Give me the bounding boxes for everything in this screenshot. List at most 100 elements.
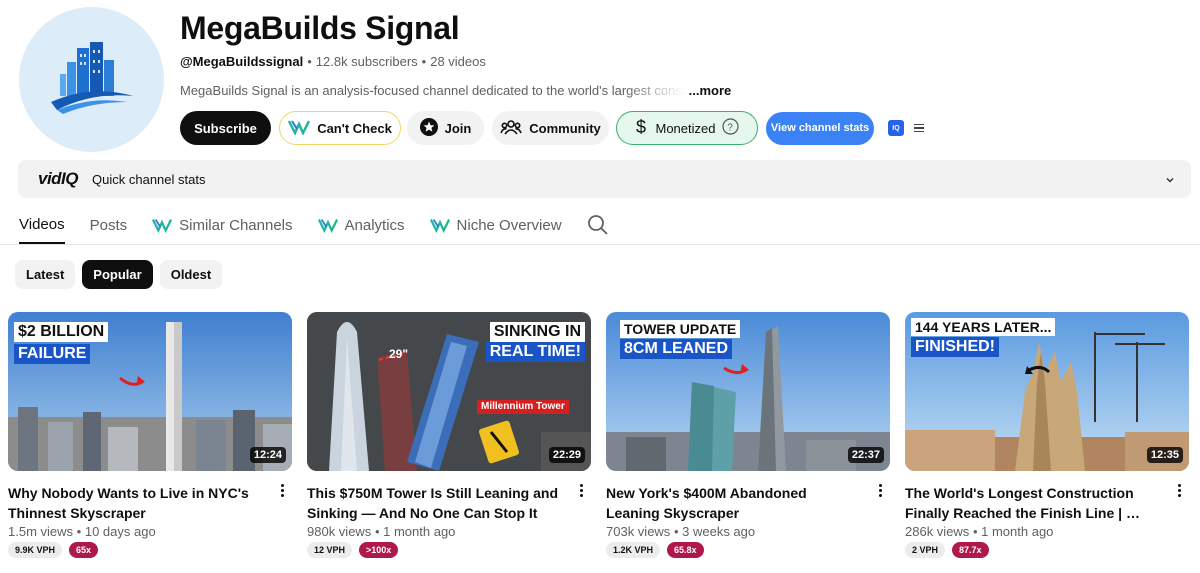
video-title[interactable]: This $750M Tower Is Still Leaning and Si… (307, 483, 562, 523)
video-duration: 12:35 (1146, 447, 1183, 463)
chip-latest[interactable]: Latest (15, 260, 76, 289)
vidiq-badges: 9.9K VPH 65x (8, 542, 292, 558)
view-channel-stats-button[interactable]: View channel stats (766, 111, 874, 145)
tab-posts[interactable]: Posts (90, 206, 128, 244)
video-stats: 703k views • 3 weeks ago (606, 524, 890, 539)
view-count: 703k views (606, 524, 671, 539)
thumbnail-caption: 144 YEARS LATER... (911, 318, 1056, 336)
vph-badge: 9.9K VPH (8, 542, 63, 558)
video-grid: $2 BILLION FAILURE 12:24 Why Nobody Want… (8, 312, 1189, 558)
video-title[interactable]: Why Nobody Wants to Live in NYC's Thinne… (8, 483, 263, 523)
menu-icon[interactable] (914, 123, 924, 133)
vidiq-badges: 1.2K VPH 65.8x (606, 542, 890, 558)
subscriber-count: 12.8k subscribers (315, 54, 418, 69)
vidiq-v-icon (317, 219, 338, 233)
chip-oldest[interactable]: Oldest (159, 260, 223, 289)
thumbnail-caption: Millennium Tower (477, 400, 569, 414)
community-button[interactable]: Community (492, 111, 609, 145)
video-stats: 1.5m views • 10 days ago (8, 524, 292, 539)
chevron-down-icon[interactable] (1165, 172, 1175, 190)
tab-divider (0, 244, 1200, 245)
more-options-icon[interactable] (1173, 484, 1185, 497)
vidiq-v-icon (288, 119, 311, 138)
thumbnail-caption: SINKING IN (489, 322, 585, 342)
channel-handle: @MegaBuildssignal (180, 54, 304, 69)
thumbnail-caption: FINISHED! (911, 337, 999, 357)
channel-tabs: Videos Posts Similar Channels Analytics … (19, 206, 634, 245)
meta-separator: • (374, 524, 380, 539)
thumbnail-caption: 29" (389, 347, 409, 361)
video-duration: 22:37 (847, 447, 884, 463)
meta-separator: • (421, 54, 427, 69)
tab-niche-overview[interactable]: Niche Overview (429, 206, 562, 244)
vidiq-badge-icon[interactable]: IQ (888, 120, 904, 136)
channel-actions: Subscribe Can't Check Join Community $ M… (180, 111, 924, 145)
thumbnail-caption: 8CM LEANED (620, 339, 733, 359)
video-title[interactable]: The World's Longest Construction Finally… (905, 483, 1160, 523)
join-label: Join (444, 120, 472, 136)
vidiq-badges: 2 VPH 87.7x (905, 542, 1189, 558)
star-badge-icon (419, 117, 438, 139)
video-thumbnail[interactable]: 29" SINKING IN REAL TIME! Millennium Tow… (307, 312, 591, 471)
cant-check-label: Can't Check (317, 120, 392, 136)
tab-analytics[interactable]: Analytics (317, 206, 405, 244)
tab-label: Niche Overview (456, 216, 562, 234)
monetized-button[interactable]: $ Monetized ? (616, 111, 758, 145)
video-card[interactable]: 29" SINKING IN REAL TIME! Millennium Tow… (307, 312, 591, 558)
svg-text:$: $ (636, 117, 646, 137)
upload-age: 1 month ago (981, 524, 1054, 539)
search-icon[interactable] (587, 206, 609, 244)
monetized-label: Monetized (655, 120, 716, 136)
more-options-icon[interactable] (276, 484, 288, 497)
join-button[interactable]: Join (407, 111, 484, 145)
vidiq-logo: vidIQ (38, 169, 79, 188)
channel-description[interactable]: MegaBuilds Signal is an analysis-focused… (180, 83, 731, 98)
video-card[interactable]: 144 YEARS LATER... FINISHED! 12:35 The W… (905, 312, 1189, 558)
tab-label: Similar Channels (179, 216, 293, 234)
upload-age: 1 month ago (383, 524, 456, 539)
video-thumbnail[interactable]: 144 YEARS LATER... FINISHED! 12:35 (905, 312, 1189, 471)
people-icon (500, 118, 522, 139)
video-stats: 980k views • 1 month ago (307, 524, 591, 539)
vidiq-v-icon (152, 219, 173, 233)
meta-separator: • (673, 524, 679, 539)
vph-badge: 2 VPH (905, 542, 946, 558)
meta-separator: • (972, 524, 978, 539)
subscribe-button[interactable]: Subscribe (180, 111, 271, 145)
video-thumbnail[interactable]: TOWER UPDATE 8CM LEANED 22:37 (606, 312, 890, 471)
more-options-icon[interactable] (575, 484, 587, 497)
channel-name: MegaBuilds Signal (180, 10, 460, 46)
video-card[interactable]: $2 BILLION FAILURE 12:24 Why Nobody Want… (8, 312, 292, 558)
sort-chips: Latest Popular Oldest (15, 260, 223, 289)
meta-separator: • (307, 54, 312, 69)
quick-stats-label: Quick channel stats (92, 171, 206, 187)
upload-age: 10 days ago (84, 524, 156, 539)
video-stats: 286k views • 1 month ago (905, 524, 1189, 539)
outlier-badge: 65x (69, 542, 99, 558)
building-logo-icon (50, 41, 133, 114)
thumbnail-caption: FAILURE (14, 344, 91, 364)
tab-label: Analytics (344, 216, 405, 234)
thumbnail-caption: $2 BILLION (14, 322, 109, 342)
channel-avatar[interactable] (19, 7, 164, 152)
quick-stats-bar[interactable]: vidIQ Quick channel stats (18, 160, 1191, 198)
more-options-icon[interactable] (874, 484, 886, 497)
dollar-icon: $ (635, 117, 649, 140)
upload-age: 3 weeks ago (682, 524, 756, 539)
description-text: MegaBuilds Signal is an analysis-focused… (180, 83, 685, 98)
chip-popular[interactable]: Popular (82, 260, 153, 289)
more-link[interactable]: ...more (689, 83, 732, 98)
tab-videos[interactable]: Videos (19, 206, 65, 244)
video-thumbnail[interactable]: $2 BILLION FAILURE 12:24 (8, 312, 292, 471)
video-title[interactable]: New York's $400M Abandoned Leaning Skysc… (606, 483, 861, 523)
tab-similar-channels[interactable]: Similar Channels (152, 206, 293, 244)
vidiq-badges: 12 VPH >100x (307, 542, 591, 558)
view-count: 286k views (905, 524, 970, 539)
video-duration: 12:24 (249, 447, 286, 463)
thumbnail-caption: TOWER UPDATE (620, 320, 741, 338)
video-count: 28 videos (430, 54, 486, 69)
svg-text:?: ? (728, 123, 734, 134)
video-card[interactable]: TOWER UPDATE 8CM LEANED 22:37 New York's… (606, 312, 890, 558)
cant-check-button[interactable]: Can't Check (279, 111, 401, 145)
help-icon[interactable]: ? (722, 118, 740, 138)
